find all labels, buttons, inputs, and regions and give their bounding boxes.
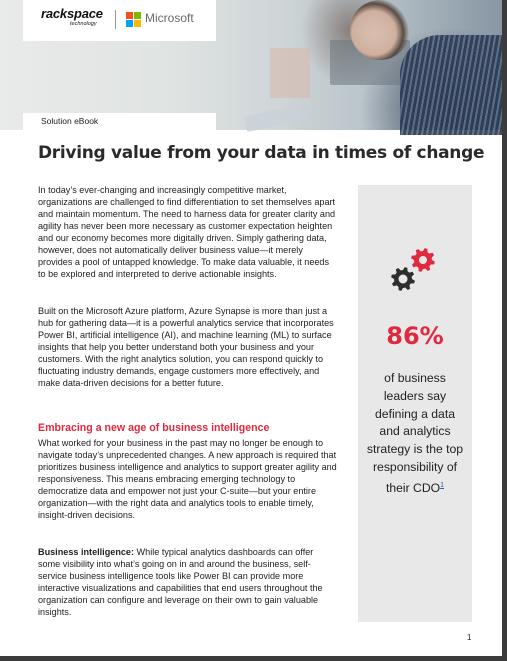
microsoft-wordmark: Microsoft <box>145 11 194 25</box>
stat-callout-panel: 86% of business leaders say defining a d… <box>358 185 472 622</box>
logo-lockup: rackspace technology Microsoft <box>23 0 216 41</box>
document-type-label: Solution eBook <box>41 116 99 126</box>
hero-tablet <box>243 103 307 133</box>
microsoft-logo-square <box>134 12 141 19</box>
bi-label: Business intelligence: <box>38 547 135 557</box>
page-title: Driving value from your data in times of… <box>38 143 485 163</box>
document-type-tag: Solution eBook <box>23 113 216 130</box>
rackspace-logo: rackspace <box>41 6 103 21</box>
microsoft-logo-square <box>134 20 141 27</box>
bi-text: While typical analytics dashboards can o… <box>38 547 323 618</box>
business-intelligence-paragraph: Business intelligence: While typical ana… <box>38 546 338 618</box>
section-paragraph: What worked for your business in the pas… <box>38 437 338 521</box>
paragraph-text: Built on the Microsoft Azure platform, A… <box>38 306 334 389</box>
microsoft-logo-square <box>126 20 133 27</box>
intro-paragraph: In today’s ever-changing and increasingl… <box>38 184 338 280</box>
paragraph-text: In today’s ever-changing and increasingl… <box>38 185 336 280</box>
stat-description-text: of business leaders say defining a data … <box>366 371 464 495</box>
section-heading: Embracing a new age of business intellig… <box>38 422 270 434</box>
gear-red-icon <box>411 248 435 272</box>
hero-box-shape <box>270 48 310 98</box>
logo-divider <box>115 10 116 29</box>
hero-person-shirt <box>400 35 502 135</box>
stat-value: 86% <box>386 322 444 350</box>
stat-description: of business leaders say defining a data … <box>366 370 464 498</box>
hero-person-head <box>350 0 410 60</box>
ebook-page: rackspace technology Microsoft Solution … <box>0 0 502 656</box>
microsoft-logo-square <box>126 12 133 19</box>
paragraph-text: Business intelligence: While typical ana… <box>38 546 338 618</box>
microsoft-logo-icon <box>126 12 142 28</box>
page-number: 1 <box>467 633 472 642</box>
gears-icon <box>391 248 435 291</box>
gear-dark-icon <box>391 267 415 291</box>
paragraph-text: What worked for your business in the pas… <box>38 438 337 521</box>
footnote-link[interactable]: 1 <box>440 482 444 489</box>
azure-synapse-paragraph: Built on the Microsoft Azure platform, A… <box>38 305 338 389</box>
hero-image: rackspace technology Microsoft Solution … <box>0 0 502 135</box>
rackspace-logo-subtitle: technology <box>70 21 97 27</box>
